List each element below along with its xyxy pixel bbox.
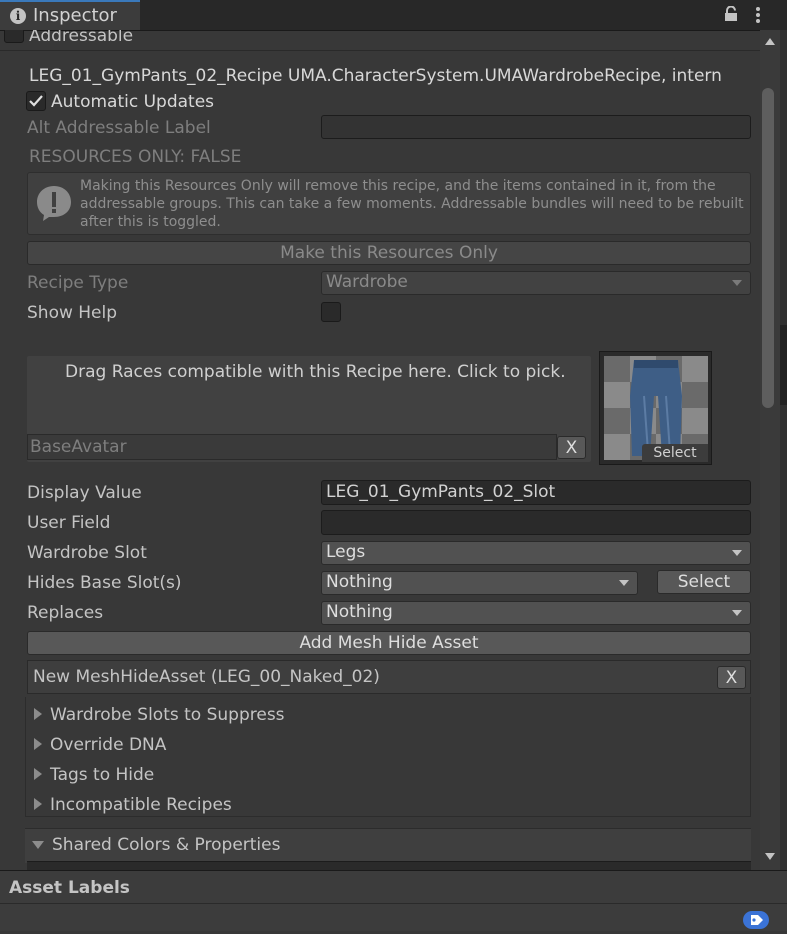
shared-colors-header[interactable]: Shared Colors & Properties [25,828,751,863]
foldout-shared-colors: Shared Colors & Properties [32,835,280,855]
mesh-hide-item: New MeshHideAsset (LEG_00_Naked_02) X [27,660,751,694]
shared-colors-label: Shared Colors & Properties [52,835,281,855]
foldout-label: Incompatible Recipes [50,795,232,815]
add-mesh-hide-asset-button[interactable]: Add Mesh Hide Asset [27,631,751,655]
triangle-right-icon [34,738,42,750]
mesh-hide-item-label: New MeshHideAsset (LEG_00_Naked_02) [33,667,380,687]
show-help-label: Show Help [27,303,118,323]
display-value-label: Display Value [27,483,142,503]
replaces-dropdown[interactable]: Nothing [321,601,751,625]
addressable-toggle[interactable] [4,30,24,43]
warning-helpbox: Making this Resources Only will remove t… [27,172,751,235]
chevron-down-icon [619,580,629,586]
triangle-right-icon [34,708,42,720]
make-resources-only-button[interactable]: Make this Resources Only [27,241,751,265]
kebab-menu-icon[interactable] [750,5,766,25]
recipe-type-value: Wardrobe [326,272,408,292]
foldout-tags-to-hide[interactable]: Tags to Hide [34,765,154,785]
wardrobe-slot-label: Wardrobe Slot [27,543,147,563]
foldout-label: Override DNA [50,735,167,755]
user-field-input[interactable] [321,510,751,535]
asset-labels-panel: Asset Labels [0,870,787,931]
hides-base-slots-value: Nothing [326,572,393,592]
divider [0,50,760,51]
chevron-down-icon [732,610,742,616]
scroll-up-icon[interactable] [765,38,775,45]
tab-bar: i Inspector [0,0,787,31]
show-help-checkbox[interactable] [321,302,341,322]
chevron-down-icon [732,550,742,556]
vertical-scrollbar[interactable] [760,30,780,870]
race-drop-text: Drag Races compatible with this Recipe h… [65,362,566,382]
warning-text: Making this Resources Only will remove t… [80,178,744,230]
replaces-label: Replaces [27,603,104,623]
recipe-header: LEG_01_GymPants_02_Recipe UMA.CharacterS… [29,66,722,86]
preview-thumbnail[interactable]: Select [599,351,712,465]
info-icon: i [10,8,26,24]
alt-addressable-label: Alt Addressable Label [27,118,211,138]
side-strip [780,30,787,870]
side-strip-handle[interactable] [780,325,787,405]
triangle-right-icon [34,798,42,810]
wardrobe-slot-dropdown[interactable]: Legs [321,541,751,565]
asset-labels-title: Asset Labels [9,878,130,898]
resources-only-status: RESOURCES ONLY: FALSE [29,147,242,167]
hides-base-slots-label: Hides Base Slot(s) [27,573,182,593]
warning-icon [37,186,71,221]
replaces-value: Nothing [326,602,393,622]
wardrobe-slot-value: Legs [326,542,366,562]
race-item: BaseAvatar [27,434,557,460]
user-field-label: User Field [27,513,111,533]
foldout-incompatible-recipes[interactable]: Incompatible Recipes [34,795,232,815]
divider [0,903,787,904]
automatic-updates-label: Automatic Updates [51,92,215,112]
scroll-down-icon[interactable] [765,853,775,860]
recipe-type-label: Recipe Type [27,273,129,293]
foldout-wardrobe-slots-to-suppress[interactable]: Wardrobe Slots to Suppress [34,705,285,725]
display-value-field[interactable]: LEG_01_GymPants_02_Slot [321,480,751,505]
tab-inspector[interactable]: i Inspector [0,0,140,30]
tag-shape [751,915,763,925]
tab-title: Inspector [33,5,117,26]
triangle-down-icon [32,841,44,849]
chevron-down-icon [732,280,742,286]
tag-icon[interactable] [743,911,769,929]
addressable-label: Addressable [29,30,134,46]
recipe-type-dropdown[interactable]: Wardrobe [321,271,751,295]
checkmark-icon [29,95,43,107]
alt-addressable-field[interactable] [321,115,751,139]
foldout-label: Wardrobe Slots to Suppress [50,705,285,725]
shared-colors-content [27,861,751,870]
foldout-label: Tags to Hide [50,765,155,785]
race-item-label: BaseAvatar [30,437,127,457]
triangle-right-icon [34,768,42,780]
thumbnail-select-button[interactable]: Select [642,444,708,462]
remove-mesh-hide-button[interactable]: X [717,666,746,689]
scrollbar-thumb[interactable] [762,88,774,408]
hides-select-button[interactable]: Select [657,570,751,594]
remove-race-button[interactable]: X [557,436,586,459]
hides-base-slots-dropdown[interactable]: Nothing [321,571,638,595]
automatic-updates-checkbox[interactable] [26,91,46,111]
inspector-content: Addressable LEG_01_GymPants_02_Recipe UM… [0,30,760,870]
lock-icon[interactable] [724,6,738,22]
foldout-override-dna[interactable]: Override DNA [34,735,166,755]
